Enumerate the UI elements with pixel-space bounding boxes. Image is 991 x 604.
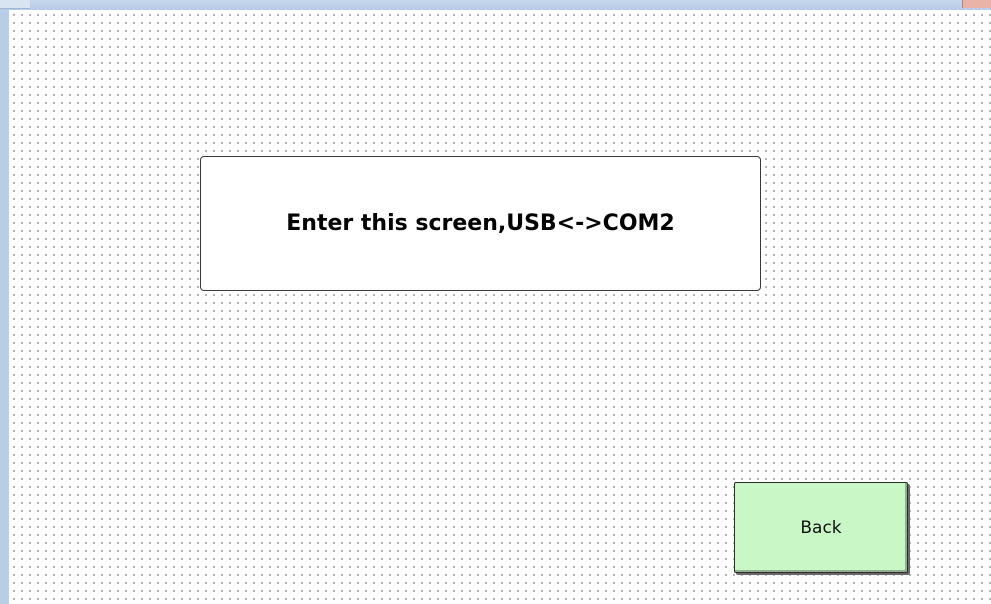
back-button[interactable]: Back <box>734 482 908 573</box>
title-bar-left-control <box>0 0 30 9</box>
close-window-control[interactable] <box>962 0 991 8</box>
window-left-border <box>0 10 9 604</box>
window-title-bar <box>0 0 991 10</box>
message-box: Enter this screen,USB<->COM2 <box>200 156 761 291</box>
message-text: Enter this screen,USB<->COM2 <box>286 211 675 236</box>
back-button-label: Back <box>800 517 842 538</box>
